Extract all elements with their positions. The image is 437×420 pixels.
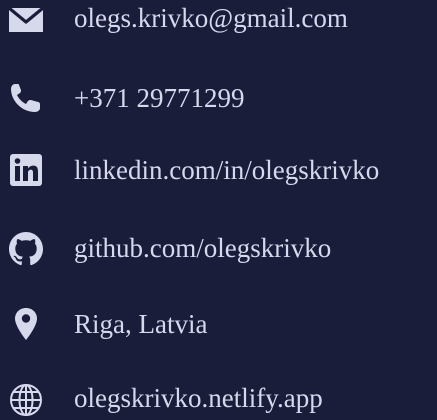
linkedin-icon (6, 152, 46, 188)
contact-github-link[interactable]: github.com/olegskrivko (0, 228, 437, 268)
contact-email-link[interactable]: olegs.krivko@gmail.com (0, 0, 437, 40)
contact-location-link[interactable]: Riga, Latvia (0, 304, 437, 344)
phone-icon (6, 80, 46, 116)
map-pin-icon (6, 306, 46, 342)
contact-list: olegs.krivko@gmail.com +371 29771299 lin… (0, 0, 437, 416)
github-icon (6, 230, 46, 266)
website-text: olegskrivko.netlify.app (74, 383, 323, 413)
phone-text: +371 29771299 (74, 83, 245, 113)
envelope-icon (6, 2, 46, 38)
contact-phone-link[interactable]: +371 29771299 (0, 78, 437, 118)
contact-linkedin-link[interactable]: linkedin.com/in/olegskrivko (0, 150, 437, 190)
location-text: Riga, Latvia (74, 309, 208, 339)
github-text: github.com/olegskrivko (74, 233, 332, 263)
linkedin-text: linkedin.com/in/olegskrivko (74, 155, 380, 185)
globe-icon (6, 382, 46, 418)
contact-website-link[interactable]: olegskrivko.netlify.app (0, 380, 437, 420)
email-text: olegs.krivko@gmail.com (74, 3, 348, 33)
